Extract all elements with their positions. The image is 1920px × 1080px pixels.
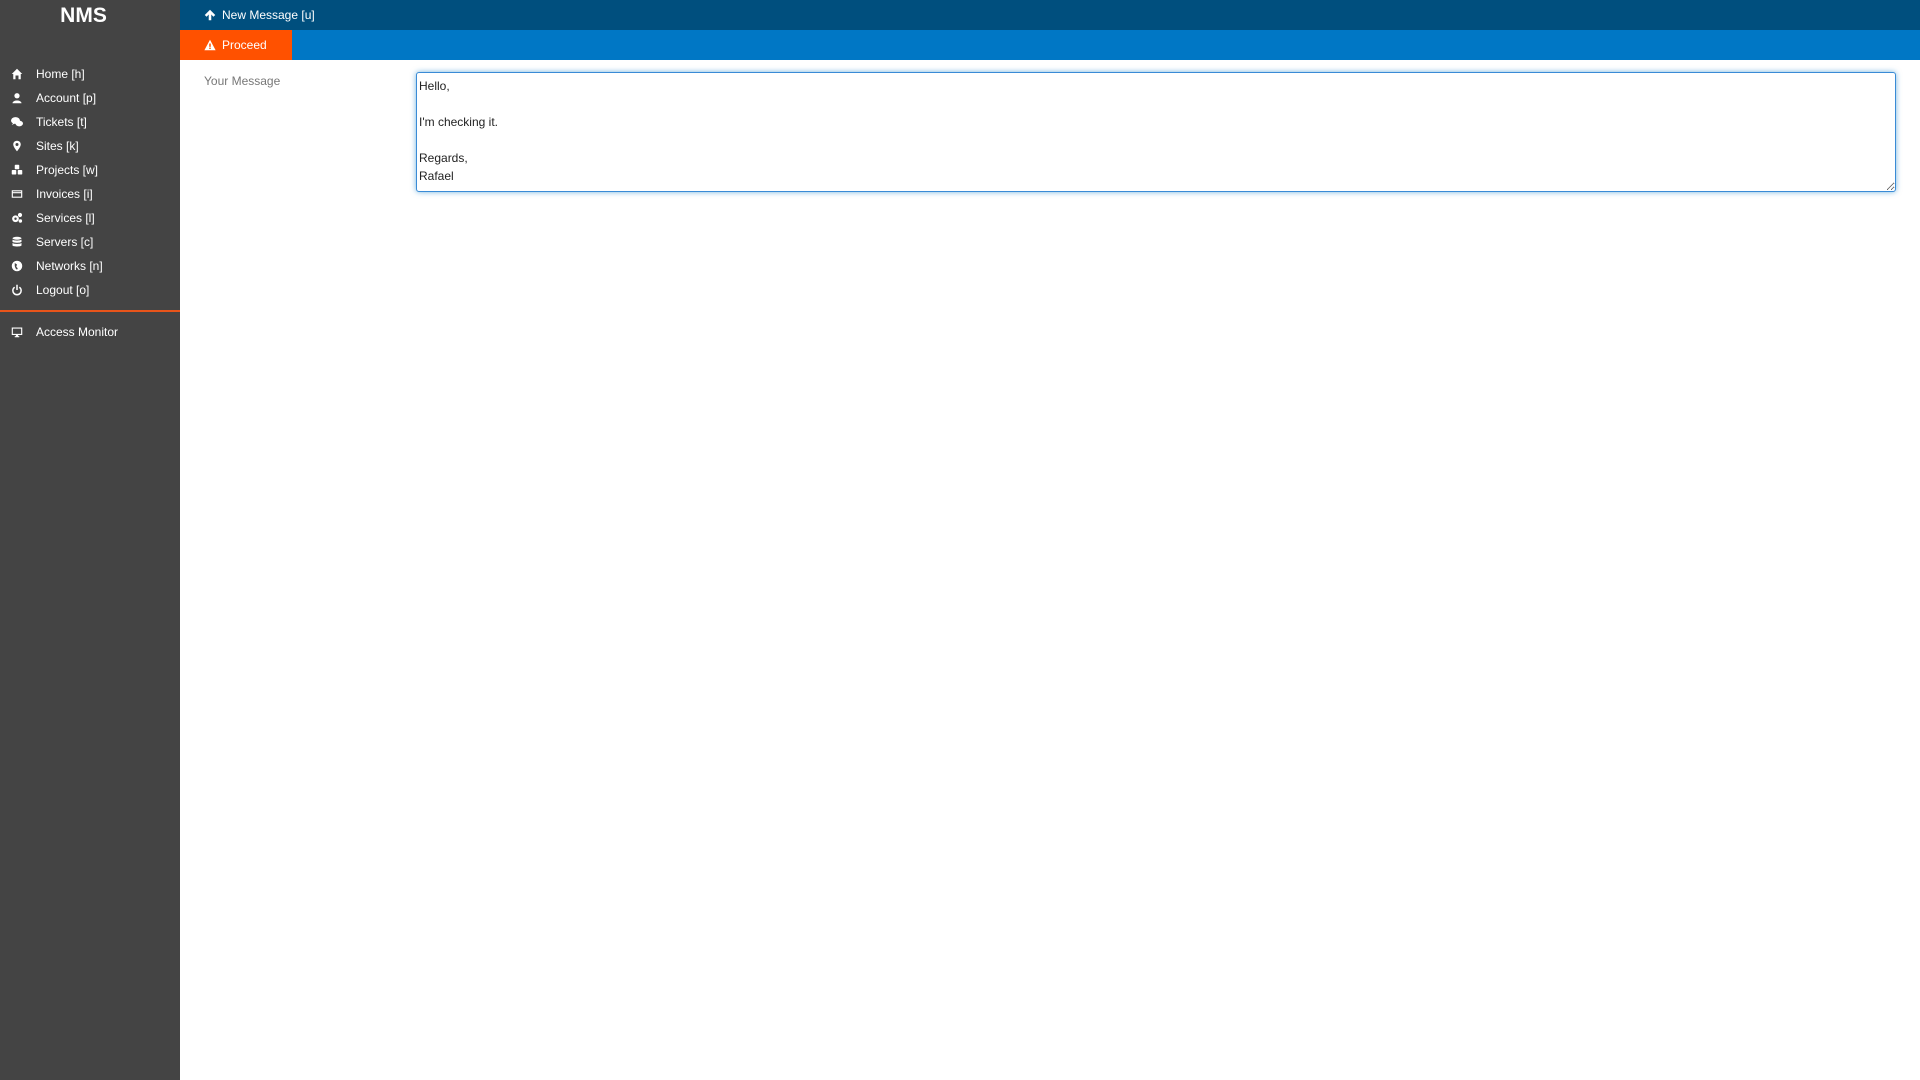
comments-icon: [11, 116, 23, 128]
sidebar-item-label: Services [l]: [36, 211, 95, 225]
home-icon: [11, 68, 23, 80]
sidebar-item-networks[interactable]: Networks [n]: [0, 254, 180, 278]
message-textarea[interactable]: [416, 72, 1896, 192]
sidebar-item-servers[interactable]: Servers [c]: [0, 230, 180, 254]
cogs-icon: [11, 212, 23, 224]
new-message-link[interactable]: New Message [u]: [204, 8, 315, 22]
sidebar-extra-nav: Access Monitor: [0, 318, 180, 344]
proceed-button[interactable]: Proceed: [180, 30, 292, 60]
sidebar-item-label: Networks [n]: [36, 259, 103, 273]
new-message-label: New Message [u]: [222, 8, 315, 22]
sidebar-item-label: Projects [w]: [36, 163, 99, 177]
main-content: Your Message: [180, 60, 1920, 1080]
warning-icon: [204, 39, 216, 51]
brand-logo: NMS: [60, 4, 107, 27]
database-icon: [11, 236, 23, 248]
sidebar-item-label: Servers [c]: [36, 235, 94, 249]
sidebar-item-home[interactable]: Home [h]: [0, 62, 180, 86]
sidebar-item-logout[interactable]: Logout [o]: [0, 278, 180, 302]
sidebar-item-tickets[interactable]: Tickets [t]: [0, 110, 180, 134]
sidebar-item-label: Sites [k]: [36, 139, 79, 153]
sidebar-item-label: Access Monitor: [36, 325, 119, 339]
sidebar-divider: [0, 310, 180, 312]
sidebar-item-label: Account [p]: [36, 91, 97, 105]
map-marker-icon: [11, 140, 23, 152]
sidebar-item-label: Invoices [i]: [36, 187, 93, 201]
credit-card-icon: [11, 188, 23, 200]
sidebar: NMS Home [h] Account [p] Tickets [t] Sit…: [0, 0, 180, 1080]
arrow-up-icon: [204, 9, 216, 21]
sidebar-item-label: Home [h]: [36, 67, 85, 81]
top-bar: New Message [u]: [180, 0, 1920, 30]
message-label: Your Message: [204, 74, 281, 88]
user-icon: [11, 92, 23, 104]
sidebar-item-projects[interactable]: Projects [w]: [0, 158, 180, 182]
sidebar-item-sites[interactable]: Sites [k]: [0, 134, 180, 158]
sidebar-item-invoices[interactable]: Invoices [i]: [0, 182, 180, 206]
sidebar-nav: Home [h] Account [p] Tickets [t] Sites […: [0, 60, 180, 302]
action-bar: Proceed: [180, 30, 1920, 60]
sidebar-item-access-monitor[interactable]: Access Monitor: [0, 320, 180, 344]
sidebar-item-label: Logout [o]: [36, 283, 90, 297]
desktop-icon: [11, 326, 23, 338]
sidebar-item-label: Tickets [t]: [36, 115, 87, 129]
sidebar-item-services[interactable]: Services [l]: [0, 206, 180, 230]
globe-icon: [11, 260, 23, 272]
cubes-icon: [11, 164, 23, 176]
sidebar-item-account[interactable]: Account [p]: [0, 86, 180, 110]
power-icon: [11, 284, 23, 296]
proceed-label: Proceed: [222, 38, 267, 52]
